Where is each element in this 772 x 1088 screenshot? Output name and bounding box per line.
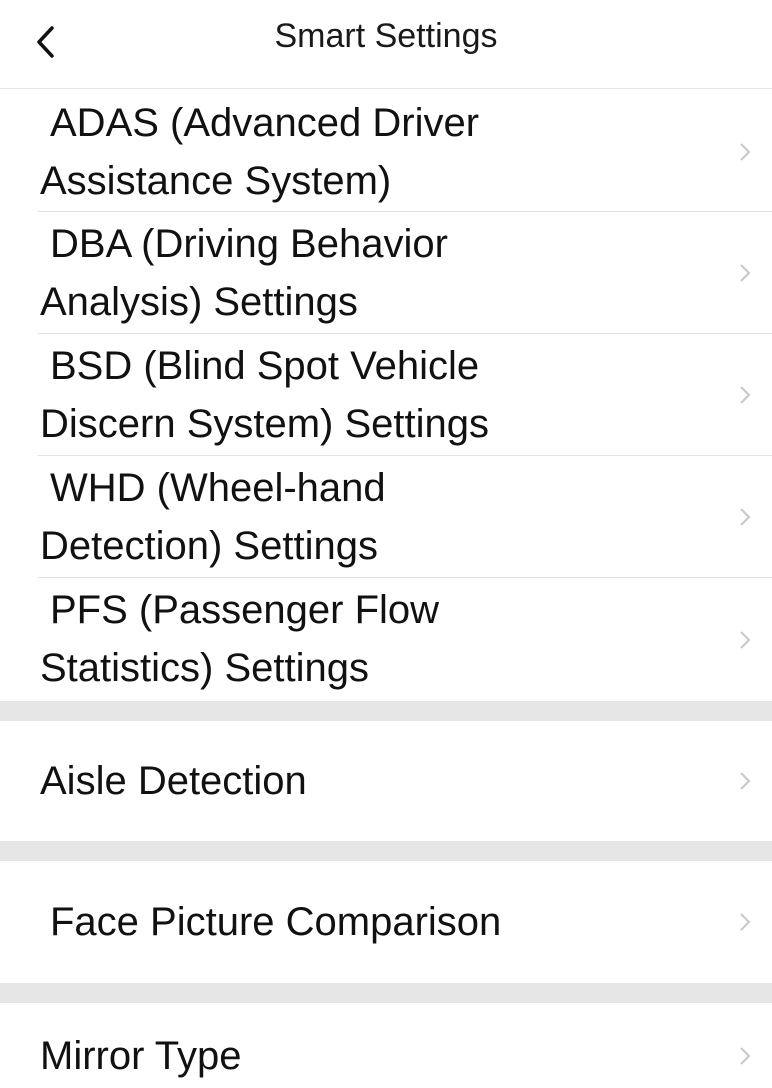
row-divider xyxy=(38,455,772,456)
top-navigation-bar: Smart Settings xyxy=(0,0,772,89)
settings-row-aisle-detection[interactable]: Aisle Detection xyxy=(0,721,772,841)
settings-row-bsd[interactable]: BSD (Blind Spot Vehicle Discern System) … xyxy=(0,336,772,454)
chevron-right-icon xyxy=(740,1046,751,1065)
row-label-line2: Analysis) Settings xyxy=(40,280,358,324)
chevron-right-icon xyxy=(740,772,751,790)
chevron-right-icon xyxy=(740,631,751,649)
settings-row-face-picture-comparison[interactable]: Face Picture Comparison xyxy=(0,861,772,983)
row-label-line2: Assistance System) xyxy=(40,159,392,203)
row-divider xyxy=(38,211,772,212)
row-label: Mirror Type xyxy=(40,1033,242,1078)
row-label: Face Picture Comparison xyxy=(50,900,502,944)
row-divider xyxy=(38,577,772,578)
row-label: Aisle Detection xyxy=(40,759,307,803)
chevron-right-icon xyxy=(740,386,751,404)
page-title: Smart Settings xyxy=(274,17,498,55)
settings-row-adas[interactable]: ADAS (Advanced Driver Assistance System) xyxy=(0,93,772,210)
row-label-line1: WHD (Wheel-hand xyxy=(50,466,386,510)
row-label-line2: Detection) Settings xyxy=(40,524,378,568)
settings-row-pfs[interactable]: PFS (Passenger Flow Statistics) Settings xyxy=(0,580,772,700)
section-separator xyxy=(0,841,772,861)
row-label-line1: ADAS (Advanced Driver xyxy=(50,101,480,145)
settings-row-dba[interactable]: DBA (Driving Behavior Analysis) Settings xyxy=(0,214,772,332)
row-label-line1: BSD (Blind Spot Vehicle xyxy=(50,344,480,388)
row-label-line1: PFS (Passenger Flow xyxy=(50,588,440,632)
chevron-right-icon xyxy=(740,142,751,161)
row-label-line1: DBA (Driving Behavior xyxy=(50,222,448,266)
row-label-line2: Statistics) Settings xyxy=(40,646,370,690)
row-label-line2: Discern System) Settings xyxy=(40,402,490,446)
section-separator xyxy=(0,983,772,1003)
chevron-right-icon xyxy=(740,264,751,282)
chevron-right-icon xyxy=(740,913,751,931)
settings-row-whd[interactable]: WHD (Wheel-hand Detection) Settings xyxy=(0,458,772,576)
row-divider xyxy=(38,333,772,334)
chevron-right-icon xyxy=(740,508,751,526)
section-separator xyxy=(0,701,772,721)
settings-row-mirror-type[interactable]: Mirror Type xyxy=(0,1003,772,1088)
